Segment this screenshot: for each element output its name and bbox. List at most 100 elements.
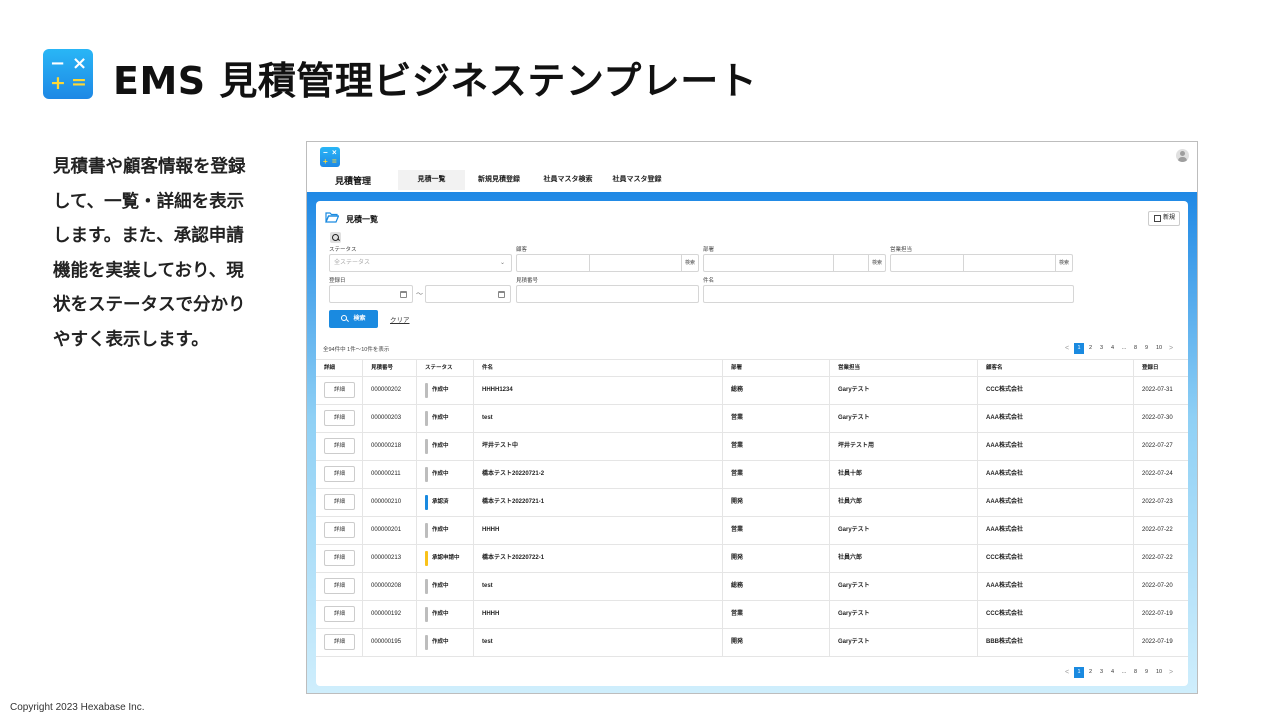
page-10[interactable]: 10 bbox=[1153, 343, 1165, 354]
page-2[interactable]: 2 bbox=[1086, 667, 1095, 678]
slide-description: 見積書や顧客情報を登録 して、一覧・詳細を表示 します。また、承認申請 機能を実… bbox=[53, 157, 246, 350]
date-to-field[interactable] bbox=[425, 285, 511, 303]
prev-page-button[interactable]: < bbox=[1063, 343, 1071, 354]
customer-filter-label: 顧客 bbox=[516, 247, 528, 253]
estimate-no-cell: 000000208 bbox=[371, 583, 402, 589]
status-indicator bbox=[425, 439, 428, 454]
search-button[interactable]: 検索 bbox=[329, 310, 378, 328]
page-4[interactable]: 4 bbox=[1108, 343, 1117, 354]
sales-cell: Garyテスト bbox=[838, 527, 870, 533]
table-row: 詳細 作成中 000000195 test 開発 Garyテスト BBB株式会社 2022-0… bbox=[316, 629, 1188, 657]
date-cell: 2022-07-23 bbox=[1142, 499, 1173, 505]
page-ellipsis: ... bbox=[1121, 345, 1127, 351]
new-document-icon bbox=[1154, 215, 1161, 222]
status-indicator bbox=[425, 411, 428, 426]
result-count: 全94件中 1件〜10件を表示 bbox=[323, 347, 390, 353]
detail-button[interactable]: 詳細 bbox=[324, 438, 355, 454]
customer-cell: AAA株式会社 bbox=[986, 415, 1023, 421]
detail-button[interactable]: 詳細 bbox=[324, 382, 355, 398]
status-indicator bbox=[425, 551, 428, 566]
sales-cell: Garyテスト bbox=[838, 639, 870, 645]
calendar-icon[interactable] bbox=[498, 291, 505, 298]
table-row: 詳細 作成中 000000202 HHHH1234 総務 Garyテスト CCC株式会社 20… bbox=[316, 377, 1188, 405]
page-1[interactable]: 1 bbox=[1074, 667, 1084, 678]
subject-cell: test bbox=[482, 639, 493, 645]
sales-cell: 社員十郎 bbox=[838, 471, 863, 477]
clear-link[interactable]: クリア bbox=[390, 314, 410, 324]
status-cell: 作成中 bbox=[432, 471, 449, 477]
status-cell: 承認済 bbox=[432, 499, 449, 505]
page-3[interactable]: 3 bbox=[1097, 343, 1106, 354]
detail-button[interactable]: 詳細 bbox=[324, 410, 355, 426]
estimate-no-cell: 000000218 bbox=[371, 443, 402, 449]
page-2[interactable]: 2 bbox=[1086, 343, 1095, 354]
page-9[interactable]: 9 bbox=[1142, 343, 1151, 354]
page-8[interactable]: 8 bbox=[1131, 667, 1140, 678]
app-logo-icon[interactable]: − × + = bbox=[320, 147, 340, 167]
sales-filter-label: 営業担当 bbox=[890, 247, 913, 253]
detail-button[interactable]: 詳細 bbox=[324, 522, 355, 538]
date-cell: 2022-07-31 bbox=[1142, 387, 1173, 393]
estimate-no-filter-label: 見積番号 bbox=[516, 278, 539, 284]
estimate-no-cell: 000000203 bbox=[371, 415, 402, 421]
estimate-no-cell: 000000192 bbox=[371, 611, 402, 617]
prev-page-button[interactable]: < bbox=[1063, 667, 1071, 678]
search-toggle-icon[interactable] bbox=[330, 232, 341, 243]
date-cell: 2022-07-19 bbox=[1142, 611, 1173, 617]
department-filter-label: 部署 bbox=[703, 247, 715, 253]
department-cell: 開発 bbox=[731, 555, 744, 561]
sales-cell: Garyテスト bbox=[838, 611, 870, 617]
date-from-field[interactable] bbox=[329, 285, 413, 303]
table-row: 詳細 作成中 000000211 橋本テスト20220721-2 営業 社員十郎 AAA株式… bbox=[316, 461, 1188, 489]
detail-button[interactable]: 詳細 bbox=[324, 466, 355, 482]
department-field[interactable]: 検索 bbox=[703, 254, 886, 272]
customer-cell: BBB株式会社 bbox=[986, 639, 1023, 645]
date-cell: 2022-07-19 bbox=[1142, 639, 1173, 645]
status-select[interactable]: 全ステータス ⌄ bbox=[329, 254, 512, 272]
page-10[interactable]: 10 bbox=[1153, 667, 1165, 678]
status-cell: 作成中 bbox=[432, 583, 449, 589]
new-button[interactable]: 新規 bbox=[1148, 211, 1180, 226]
detail-button[interactable]: 詳細 bbox=[324, 494, 355, 510]
app-header: − × + = 見積管理 見積一覧 新規見積登録 社員マスタ検索 社員マスタ登録 bbox=[307, 142, 1197, 192]
next-page-button[interactable]: > bbox=[1167, 667, 1175, 678]
tab-estimate-list[interactable]: 見積一覧 bbox=[398, 170, 465, 190]
sales-search-button[interactable]: 検索 bbox=[1059, 255, 1069, 271]
user-avatar-icon[interactable] bbox=[1176, 149, 1189, 162]
estimate-no-cell: 000000210 bbox=[371, 499, 402, 505]
detail-button[interactable]: 詳細 bbox=[324, 550, 355, 566]
next-page-button[interactable]: > bbox=[1167, 343, 1175, 354]
sales-field[interactable]: 検索 bbox=[890, 254, 1073, 272]
customer-field[interactable]: 検索 bbox=[516, 254, 699, 272]
calendar-icon[interactable] bbox=[400, 291, 407, 298]
status-indicator bbox=[425, 579, 428, 594]
tab-employee-search[interactable]: 社員マスタ検索 bbox=[540, 170, 596, 190]
page-9[interactable]: 9 bbox=[1142, 667, 1151, 678]
tab-employee-register[interactable]: 社員マスタ登録 bbox=[609, 170, 665, 190]
date-cell: 2022-07-30 bbox=[1142, 415, 1173, 421]
tab-new-estimate[interactable]: 新規見積登録 bbox=[473, 170, 525, 190]
subject-field[interactable] bbox=[703, 285, 1074, 303]
page-4[interactable]: 4 bbox=[1108, 667, 1117, 678]
detail-button[interactable]: 詳細 bbox=[324, 578, 355, 594]
header-date: 登録日 bbox=[1142, 365, 1159, 371]
subject-cell: 橋本テスト20220721-1 bbox=[482, 499, 545, 505]
table-row: 詳細 作成中 000000203 test 営業 Garyテスト AAA株式会社 2022-0… bbox=[316, 405, 1188, 433]
detail-button[interactable]: 詳細 bbox=[324, 606, 355, 622]
page-8[interactable]: 8 bbox=[1131, 343, 1140, 354]
header-sales: 営業担当 bbox=[838, 365, 861, 371]
estimate-no-field[interactable] bbox=[516, 285, 699, 303]
table-row: 詳細 作成中 000000192 HHHH 営業 Garyテスト CCC株式会社 2022-0… bbox=[316, 601, 1188, 629]
detail-button[interactable]: 詳細 bbox=[324, 634, 355, 650]
department-search-button[interactable]: 検索 bbox=[872, 255, 882, 271]
page-3[interactable]: 3 bbox=[1097, 667, 1106, 678]
header-customer: 顧客名 bbox=[986, 365, 1003, 371]
customer-cell: AAA株式会社 bbox=[986, 471, 1023, 477]
app-window: − × + = 見積管理 見積一覧 新規見積登録 社員マスタ検索 社員マスタ登録… bbox=[306, 141, 1198, 694]
customer-cell: AAA株式会社 bbox=[986, 583, 1023, 589]
department-cell: 営業 bbox=[731, 611, 744, 617]
estimate-no-cell: 000000213 bbox=[371, 555, 402, 561]
status-cell: 作成中 bbox=[432, 527, 449, 533]
customer-search-button[interactable]: 検索 bbox=[685, 255, 695, 271]
page-1[interactable]: 1 bbox=[1074, 343, 1084, 354]
